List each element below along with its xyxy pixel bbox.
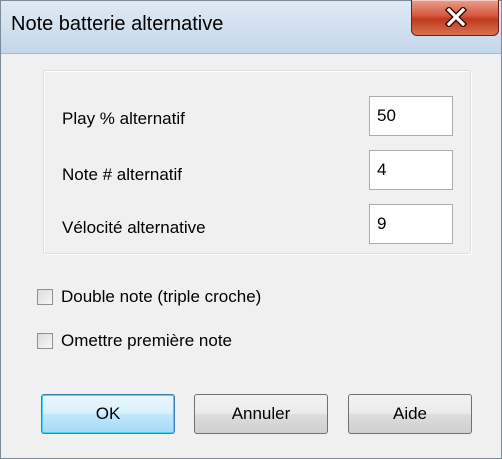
close-button[interactable] xyxy=(411,0,499,36)
skip-first-note-label: Omettre première note xyxy=(61,331,233,350)
skip-first-note-checkbox[interactable] xyxy=(37,333,53,349)
velocity-label: Vélocité alternative xyxy=(62,218,206,237)
help-button[interactable]: Aide xyxy=(348,394,472,434)
title-bar[interactable]: Note batterie alternative xyxy=(1,0,501,54)
double-note-checkbox[interactable] xyxy=(37,289,53,305)
window-title: Note batterie alternative xyxy=(11,13,224,35)
cancel-button[interactable]: Annuler xyxy=(194,394,328,434)
velocity-input[interactable] xyxy=(369,204,453,244)
play-percent-input[interactable] xyxy=(369,96,453,136)
note-number-input[interactable] xyxy=(369,150,453,190)
play-percent-label: Play % alternatif xyxy=(62,109,185,128)
dialog-client-area: Play % alternatif Note # alternatif Vélo… xyxy=(1,54,501,458)
ok-button[interactable]: OK xyxy=(41,394,175,434)
close-icon xyxy=(445,7,467,27)
double-note-label: Double note (triple croche) xyxy=(61,287,262,306)
note-number-label: Note # alternatif xyxy=(62,165,183,184)
alternative-settings-group: Play % alternatif Note # alternatif Vélo… xyxy=(43,70,471,254)
dialog-window: Note batterie alternative Play % alterna… xyxy=(0,0,502,459)
